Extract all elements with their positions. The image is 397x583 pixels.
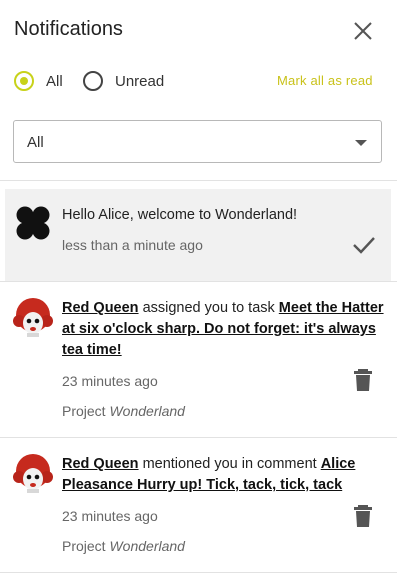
close-icon[interactable] xyxy=(351,19,375,43)
radio-selected-icon xyxy=(14,71,34,91)
filter-unread-label: Unread xyxy=(115,72,165,90)
trash-icon[interactable] xyxy=(353,368,373,392)
notification-text: Red Queen assigned you to task Meet the … xyxy=(62,298,384,361)
checkmark-icon[interactable] xyxy=(351,235,377,255)
notification-item[interactable]: Hello Alice, welcome to Wonderland! less… xyxy=(5,189,391,281)
red-queen-avatar xyxy=(13,454,53,493)
notification-item[interactable]: Red Queen mentioned you in comment Alice… xyxy=(5,438,391,572)
caret-down-icon xyxy=(355,140,367,146)
notification-project: Project Wonderland xyxy=(62,538,185,554)
actor-link[interactable]: Red Queen xyxy=(62,300,139,316)
divider xyxy=(0,572,397,573)
project-label: Project xyxy=(62,538,106,554)
notifications-header: Notifications xyxy=(0,0,397,62)
mark-all-read-link[interactable]: Mark all as read xyxy=(277,73,373,88)
notification-time: 23 minutes ago xyxy=(62,373,158,389)
filter-all-label: All xyxy=(46,72,63,90)
app-logo-icon xyxy=(13,203,53,243)
notification-item[interactable]: Red Queen assigned you to task Meet the … xyxy=(5,282,391,437)
notification-verb: mentioned you in comment xyxy=(138,456,321,472)
notification-verb: assigned you to task xyxy=(138,300,279,316)
filter-all-radio[interactable]: All xyxy=(14,68,63,94)
red-queen-avatar xyxy=(13,298,53,337)
notification-text: Hello Alice, welcome to Wonderland! xyxy=(62,207,298,223)
actor-link[interactable]: Red Queen xyxy=(62,456,139,472)
notification-time: less than a minute ago xyxy=(62,237,203,253)
notification-project: Project Wonderland xyxy=(62,403,185,419)
notification-text: Red Queen mentioned you in comment Alice… xyxy=(62,454,384,496)
filter-unread-radio[interactable]: Unread xyxy=(83,68,164,94)
notification-time: 23 minutes ago xyxy=(62,508,158,524)
notification-filters: All Unread Mark all as read xyxy=(0,62,397,102)
project-name: Wonderland xyxy=(109,538,185,554)
select-value: All xyxy=(27,134,44,151)
trash-icon[interactable] xyxy=(353,504,373,528)
project-name: Wonderland xyxy=(109,403,185,419)
divider xyxy=(0,180,397,181)
notification-type-select[interactable]: All xyxy=(13,120,382,163)
project-label: Project xyxy=(62,403,106,419)
radio-unselected-icon xyxy=(83,71,103,91)
page-title: Notifications xyxy=(14,18,123,40)
